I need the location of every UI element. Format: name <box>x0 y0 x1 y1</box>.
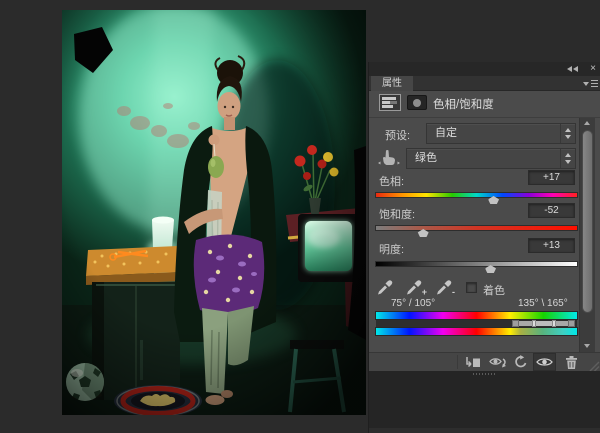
preset-dropdown[interactable]: 自定 <box>426 123 576 144</box>
add-eyedropper-icon[interactable]: + <box>405 280 427 297</box>
panel-content: 色相/饱和度 预设: 自定 绿色 色相: +17 饱和度: -52 明度: +1… <box>369 91 600 352</box>
colorize-checkbox[interactable] <box>466 282 477 293</box>
reset-icon[interactable] <box>512 354 530 371</box>
preset-value: 自定 <box>435 127 457 139</box>
properties-panel: × 属性 色相/饱和度 预设: 自定 绿色 色相: +17 饱和度: -52 明… <box>368 62 600 433</box>
range-falloff-right[interactable] <box>556 321 568 326</box>
saturation-slider[interactable] <box>376 226 577 237</box>
panel-scrollbar[interactable] <box>579 118 595 352</box>
hue-saturation-adjustment-icon[interactable] <box>379 94 401 111</box>
photo-image <box>62 3 366 417</box>
lightness-slider-thumb[interactable] <box>485 265 497 273</box>
tab-properties[interactable]: 属性 <box>371 76 413 91</box>
plus-glyph: + <box>421 287 427 297</box>
dropdown-arrows-icon <box>560 149 575 168</box>
layer-mask-icon[interactable] <box>407 95 427 110</box>
range-right-degrees: 135° \ 165° <box>518 298 568 309</box>
minus-glyph: - <box>452 287 455 297</box>
scroll-down-icon[interactable] <box>580 341 595 352</box>
panel-dock-area <box>369 371 600 433</box>
collapse-panel-icon[interactable] <box>567 66 579 72</box>
header-divider <box>369 117 600 118</box>
targeted-adjustment-hand-icon[interactable] <box>377 149 401 167</box>
document-canvas[interactable] <box>62 3 366 417</box>
adjustment-toolbar <box>369 352 600 372</box>
lightness-label: 明度: <box>379 244 405 256</box>
dock-bottom-strip <box>369 428 600 433</box>
color-range-control[interactable] <box>376 320 577 327</box>
hue-spectrum-bar-before[interactable] <box>376 312 577 319</box>
hue-slider-thumb[interactable] <box>488 196 500 204</box>
toolbar-divider <box>457 355 458 369</box>
delete-icon[interactable] <box>563 354 581 371</box>
range-outer-handle-right[interactable] <box>568 320 575 327</box>
saturation-slider-thumb[interactable] <box>417 229 429 237</box>
dock-drag-handle[interactable] <box>473 373 497 375</box>
adjustment-title: 色相/饱和度 <box>433 99 494 111</box>
colorize-label: 着色 <box>483 285 505 297</box>
photoshop-workspace: × 属性 色相/饱和度 预设: 自定 绿色 色相: +17 饱和度: -52 明… <box>0 0 600 433</box>
clip-to-layer-icon[interactable] <box>464 354 482 371</box>
range-falloff-left[interactable] <box>519 321 532 326</box>
eye-icon <box>536 358 553 366</box>
hue-label: 色相: <box>379 176 405 188</box>
lightness-value[interactable]: +13 <box>528 238 575 253</box>
saturation-label: 饱和度: <box>379 209 416 221</box>
visibility-toggle-button[interactable] <box>533 353 556 371</box>
view-previous-state-icon[interactable] <box>488 354 509 371</box>
scrollbar-thumb[interactable] <box>582 130 593 313</box>
channel-dropdown[interactable]: 绿色 <box>406 148 576 169</box>
dropdown-arrows-icon <box>560 124 575 143</box>
resize-grip-icon[interactable] <box>589 359 600 372</box>
panel-titlebar: × <box>369 62 600 76</box>
range-left-degrees: 75° / 105° <box>391 298 436 309</box>
subtract-eyedropper-icon[interactable]: - <box>435 280 457 297</box>
range-outer-handle-left[interactable] <box>512 320 519 327</box>
hue-slider[interactable] <box>376 193 577 204</box>
saturation-value[interactable]: -52 <box>528 203 575 218</box>
preset-label: 预设: <box>385 130 411 142</box>
panel-tabbar: 属性 <box>369 76 600 91</box>
eyedropper-icon[interactable] <box>376 280 394 296</box>
close-icon[interactable]: × <box>590 62 596 76</box>
lightness-slider[interactable] <box>376 262 577 273</box>
panel-menu-icon[interactable] <box>583 80 598 87</box>
range-center[interactable] <box>536 321 552 326</box>
scroll-up-icon[interactable] <box>580 118 595 129</box>
hue-value[interactable]: +17 <box>528 170 575 185</box>
channel-value: 绿色 <box>415 152 437 164</box>
hue-spectrum-bar-after <box>376 328 577 335</box>
